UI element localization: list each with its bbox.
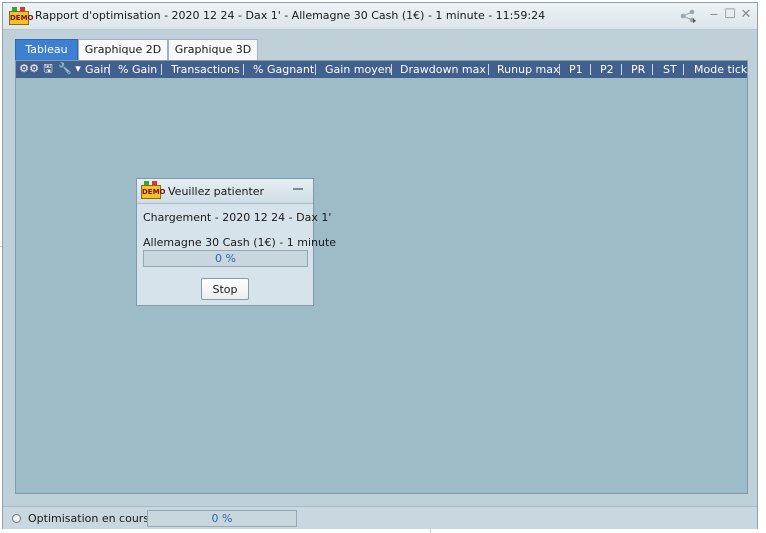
gear-small-icon[interactable]: ⚙ xyxy=(28,62,40,76)
minimize-icon[interactable]: ‒ xyxy=(707,8,721,22)
please-wait-dialog: DEMO Veuillez patienter Chargement - 202… xyxy=(136,178,336,306)
dialog-title-bar[interactable]: DEMO Veuillez patienter xyxy=(137,179,313,204)
status-indicator-icon xyxy=(12,514,21,523)
status-bar: Optimisation en cours... 0 % xyxy=(3,506,757,529)
window-title: Rapport d'optimisation - 2020 12 24 - Da… xyxy=(35,9,546,22)
dialog-progress-label: 0 % xyxy=(215,252,236,265)
column-separator xyxy=(161,64,162,75)
loading-text-line1: Chargement - 2020 12 24 - Dax 1' xyxy=(143,211,332,224)
column-gain[interactable]: Gain xyxy=(85,61,110,78)
save-icon[interactable]: 🖫 xyxy=(42,62,54,76)
column-pct-gagnant[interactable]: % Gagnant xyxy=(253,61,314,78)
table-header: ⚙ ⚙ 🖫 🔧 ▾ Gain % Gain Transactions % Gag… xyxy=(16,61,747,78)
column-separator xyxy=(243,64,244,75)
wrench-icon[interactable]: 🔧 xyxy=(58,62,72,76)
status-text: Optimisation en cours... xyxy=(28,512,160,525)
column-separator xyxy=(652,64,653,75)
column-p2[interactable]: P2 xyxy=(600,61,614,78)
column-separator xyxy=(683,64,684,75)
status-progress-bar: 0 % xyxy=(147,510,297,527)
dialog-minimize-icon[interactable] xyxy=(293,188,303,190)
dialog-title: Veuillez patienter xyxy=(168,185,265,198)
title-bar[interactable]: DEMO Rapport d'optimisation - 2020 12 24… xyxy=(3,3,757,30)
column-st[interactable]: ST xyxy=(663,61,677,78)
column-drawdown-max[interactable]: Drawdown max xyxy=(400,61,486,78)
stop-button[interactable]: Stop xyxy=(201,278,249,300)
background-line xyxy=(430,529,431,533)
loading-text-line2: Allemagne 30 Cash (1€) - 1 minute xyxy=(143,236,337,249)
tab-graphique-3d[interactable]: Graphique 3D xyxy=(168,39,258,60)
share-icon[interactable] xyxy=(679,9,697,23)
column-separator xyxy=(488,64,489,75)
column-mode-tick[interactable]: Mode tick xyxy=(694,61,747,78)
status-progress-label: 0 % xyxy=(211,512,233,525)
column-p1[interactable]: P1 xyxy=(569,61,583,78)
results-table: ⚙ ⚙ 🖫 🔧 ▾ Gain % Gain Transactions % Gag… xyxy=(15,60,748,494)
column-runup-max[interactable]: Runup max xyxy=(497,61,560,78)
column-separator xyxy=(315,64,316,75)
column-transactions[interactable]: Transactions xyxy=(171,61,240,78)
column-gain-moyen[interactable]: Gain moyen xyxy=(325,61,391,78)
column-pr[interactable]: PR xyxy=(631,61,645,78)
demo-icon: DEMO xyxy=(9,7,34,25)
demo-icon: DEMO xyxy=(141,181,166,199)
optimization-report-window: DEMO Rapport d'optimisation - 2020 12 24… xyxy=(2,2,758,529)
tab-graphique-2d[interactable]: Graphique 2D xyxy=(78,39,168,60)
tab-tableau[interactable]: Tableau xyxy=(15,39,78,60)
close-icon[interactable]: ✕ xyxy=(739,8,753,22)
dialog-progress-bar: 0 % xyxy=(143,250,308,267)
column-separator xyxy=(590,64,591,75)
column-separator xyxy=(391,64,392,75)
maximize-icon[interactable]: ☐ xyxy=(723,8,737,22)
dropdown-arrow-icon[interactable]: ▾ xyxy=(72,62,84,76)
column-separator xyxy=(559,64,560,75)
column-separator xyxy=(109,64,110,75)
column-pct-gain[interactable]: % Gain xyxy=(118,61,157,78)
column-separator xyxy=(621,64,622,75)
